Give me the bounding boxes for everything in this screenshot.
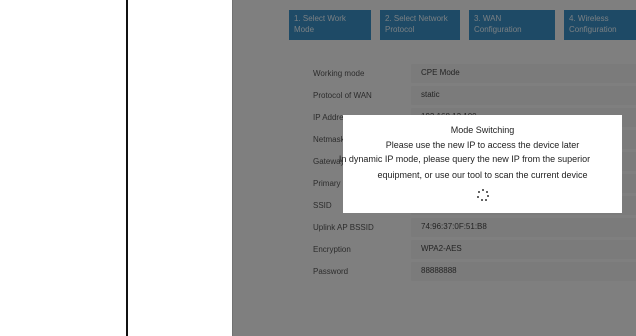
dialog-message-line-3: equipment, or use our tool to scan the c… [377,170,588,180]
dialog-title: Mode Switching [450,125,515,135]
page: 1. Select Work Mode 2. Select Network Pr… [0,0,636,336]
mode-switching-dialog: Mode Switching Please use the new IP to … [339,115,622,213]
loading-spinner-icon [476,189,489,201]
dialog-message-line-2: In dynamic IP mode, please query the new… [338,154,591,164]
dialog-message-line-1: Please use the new IP to access the devi… [385,140,580,150]
sidebar-divider [126,0,128,336]
